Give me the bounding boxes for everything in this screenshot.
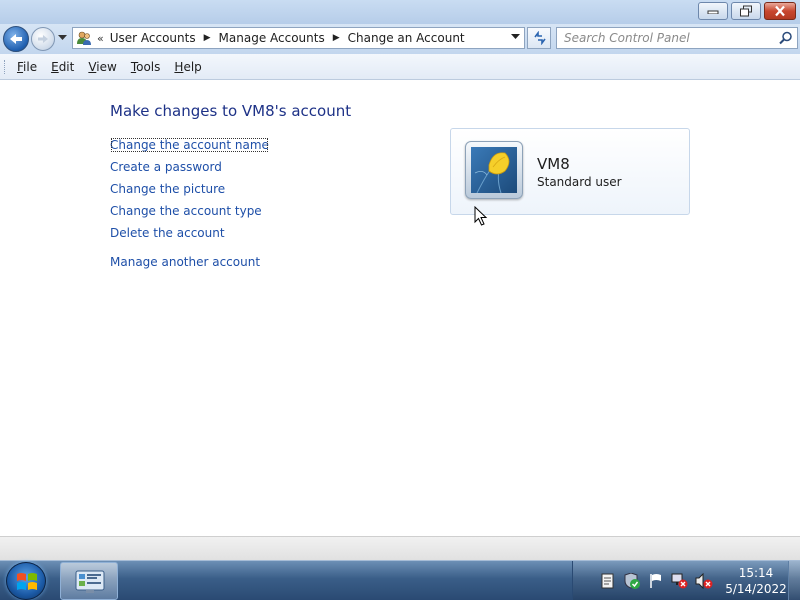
search-box	[556, 27, 798, 49]
create-password-link[interactable]: Create a password	[110, 156, 269, 178]
start-button[interactable]	[6, 562, 46, 600]
taskbar-control-panel-button[interactable]	[60, 562, 118, 600]
back-button[interactable]	[3, 26, 29, 52]
clock-date: 5/14/2022	[725, 582, 787, 596]
restore-icon	[740, 5, 752, 17]
address-bar[interactable]: « User Accounts ▶ Manage Accounts ▶ Chan…	[72, 27, 525, 49]
control-panel-icon	[75, 570, 105, 593]
status-bar	[0, 536, 800, 560]
change-account-type-link[interactable]: Change the account type	[110, 200, 269, 222]
yellow-flower-picture	[471, 147, 517, 193]
recent-pages-chevron-icon[interactable]	[58, 35, 67, 41]
address-dropdown-icon[interactable]	[511, 34, 520, 40]
taskbar: 15:14 5/14/2022	[0, 560, 800, 600]
clock-time: 15:14	[738, 566, 774, 580]
flag-icon[interactable]	[649, 573, 663, 589]
network-disconnected-icon[interactable]	[671, 573, 689, 589]
task-list: Change the account name Create a passwor…	[110, 134, 269, 273]
show-desktop-button[interactable]	[788, 561, 800, 600]
control-panel-users-icon	[77, 31, 91, 45]
breadcrumb-manage-accounts[interactable]: Manage Accounts	[219, 31, 325, 45]
content-area: Make changes to VM8's account Change the…	[0, 81, 800, 536]
forward-button[interactable]	[31, 27, 55, 51]
minimize-icon	[707, 10, 719, 14]
breadcrumb-separator-icon[interactable]: ▶	[204, 33, 211, 43]
close-button[interactable]	[764, 2, 796, 20]
menu-bar: File Edit View Tools Help	[0, 54, 800, 80]
minimize-button[interactable]	[698, 2, 728, 20]
security-shield-icon[interactable]	[623, 573, 641, 589]
menu-edit[interactable]: Edit	[45, 60, 80, 74]
menu-tools[interactable]: Tools	[125, 60, 167, 74]
account-name: VM8	[537, 155, 570, 173]
avatar	[465, 141, 523, 199]
caption-buttons	[695, 2, 796, 20]
menu-file[interactable]: File	[11, 60, 43, 74]
restore-button[interactable]	[731, 2, 761, 20]
breadcrumb-change-an-account[interactable]: Change an Account	[348, 31, 465, 45]
clock[interactable]: 15:14 5/14/2022	[721, 565, 791, 597]
manage-another-account-link[interactable]: Manage another account	[110, 251, 269, 273]
breadcrumb-user-accounts[interactable]: User Accounts	[110, 31, 196, 45]
change-account-name-link[interactable]: Change the account name	[110, 137, 269, 153]
arrow-left-icon	[10, 34, 22, 44]
volume-muted-icon[interactable]	[695, 573, 713, 589]
navigation-bar: « User Accounts ▶ Manage Accounts ▶ Chan…	[0, 24, 800, 54]
notification-area: 15:14 5/14/2022	[572, 561, 800, 600]
menu-help[interactable]: Help	[168, 60, 207, 74]
title-bar	[0, 0, 800, 24]
page-title: Make changes to VM8's account	[110, 102, 352, 120]
account-card: VM8 Standard user	[450, 128, 690, 215]
delete-account-link[interactable]: Delete the account	[110, 222, 269, 244]
menu-grip	[4, 60, 6, 74]
refresh-icon	[534, 31, 546, 45]
mouse-cursor-icon	[474, 206, 488, 226]
action-center-document-icon[interactable]	[601, 573, 615, 589]
close-icon	[775, 5, 785, 17]
account-type: Standard user	[537, 175, 622, 189]
menu-view[interactable]: View	[82, 60, 122, 74]
search-icon[interactable]	[779, 31, 793, 45]
address-overflow[interactable]: «	[97, 32, 104, 45]
windows-logo-icon	[17, 573, 37, 590]
refresh-button[interactable]	[527, 27, 551, 49]
breadcrumb-separator-icon[interactable]: ▶	[333, 33, 340, 43]
change-picture-link[interactable]: Change the picture	[110, 178, 269, 200]
search-input[interactable]	[557, 28, 767, 48]
arrow-right-icon	[38, 35, 48, 43]
